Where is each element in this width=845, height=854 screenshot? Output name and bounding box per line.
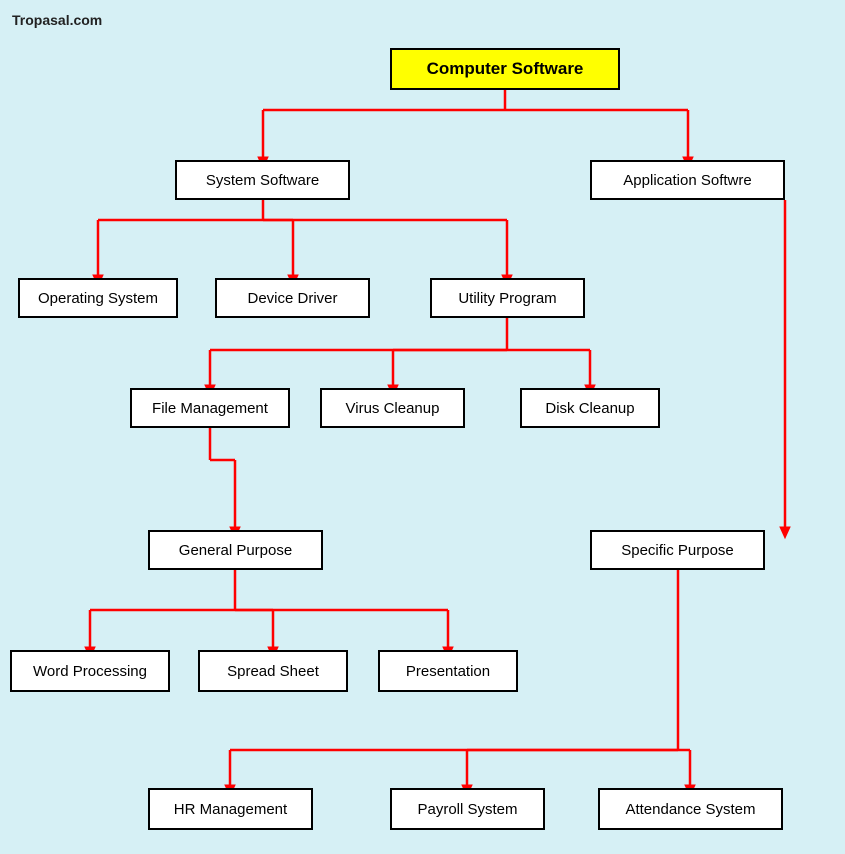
node-file-management: File Management [130,388,290,428]
node-attendance-system: Attendance System [598,788,783,830]
node-payroll-system: Payroll System [390,788,545,830]
node-word-processing: Word Processing [10,650,170,692]
node-specific-purpose: Specific Purpose [590,530,765,570]
node-spread-sheet: Spread Sheet [198,650,348,692]
node-application-software: Application Softwre [590,160,785,200]
node-disk-cleanup: Disk Cleanup [520,388,660,428]
node-device-driver: Device Driver [215,278,370,318]
node-presentation: Presentation [378,650,518,692]
node-root: Computer Software [390,48,620,90]
node-virus-cleanup: Virus Cleanup [320,388,465,428]
watermark: Tropasal.com [12,12,102,28]
node-utility-program: Utility Program [430,278,585,318]
node-hr-management: HR Management [148,788,313,830]
node-operating-system: Operating System [18,278,178,318]
node-general-purpose: General Purpose [148,530,323,570]
node-system-software: System Software [175,160,350,200]
